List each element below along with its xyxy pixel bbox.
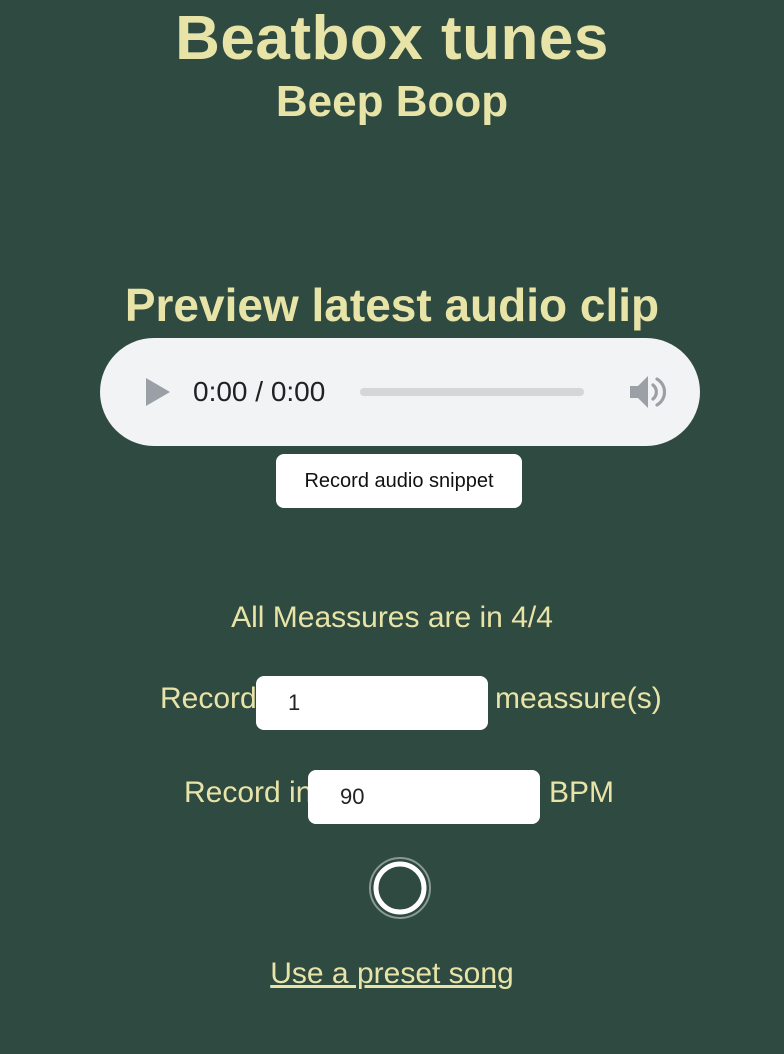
preview-heading: Preview latest audio clip [124, 279, 660, 331]
record-circle-icon[interactable] [368, 856, 432, 920]
measures-input[interactable] [256, 676, 488, 730]
page-subtitle: Beep Boop [275, 77, 509, 126]
page-title: Beatbox tunes [175, 4, 609, 73]
record-label: Record [160, 682, 257, 715]
volume-icon[interactable] [628, 372, 668, 412]
audio-time: 0:00 / 0:00 [193, 376, 326, 407]
play-icon[interactable] [144, 376, 176, 408]
audio-progress-bar[interactable] [360, 388, 584, 396]
record-in-label: Record in [184, 776, 313, 809]
bpm-input[interactable] [308, 770, 540, 824]
measures-unit-label: meassure(s) [495, 682, 662, 715]
measure-info-text: All Meassures are in 4/4 [231, 601, 553, 634]
bpm-unit-label: BPM [549, 776, 615, 809]
record-audio-snippet-button[interactable]: Record audio snippet [276, 454, 522, 508]
preset-song-link[interactable]: Use a preset song [0, 956, 784, 992]
page-header: Beatbox tunes Beep Boop [0, 8, 784, 124]
